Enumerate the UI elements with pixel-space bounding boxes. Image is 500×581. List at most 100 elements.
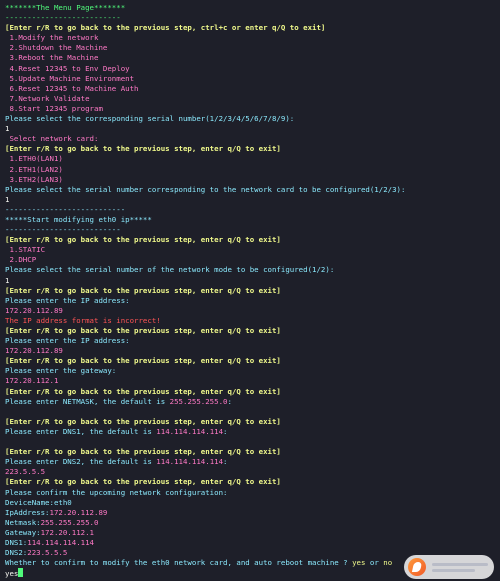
terminal-text: Please enter DNS2, the default is bbox=[5, 457, 157, 467]
terminal-text: Please select the serial number of the n… bbox=[5, 265, 335, 275]
terminal-text: Please enter NETMASK, the default is bbox=[5, 396, 170, 406]
terminal-line: [Enter r/R to go back to the previous st… bbox=[5, 23, 495, 33]
terminal-line: 1.Modify the network bbox=[5, 33, 495, 43]
terminal-line: [Enter r/R to go back to the previous st… bbox=[5, 387, 495, 397]
terminal-line: Netmask:255.255.255.0 bbox=[5, 518, 495, 528]
terminal-text: 1.STATIC bbox=[5, 245, 46, 255]
terminal-text: 172.20.112.89 bbox=[5, 346, 63, 356]
terminal-text: IpAddress: bbox=[5, 507, 50, 517]
terminal-text: [Enter r/R to go back to the previous st… bbox=[5, 356, 281, 366]
terminal-line: 2.DHCP bbox=[5, 255, 495, 265]
terminal-text: : bbox=[223, 426, 228, 436]
terminal-line: 3.Reboot the Machine bbox=[5, 53, 495, 63]
terminal-line: 172.20.112.1 bbox=[5, 376, 495, 386]
terminal-line: 1.STATIC bbox=[5, 245, 495, 255]
terminal-line: [Enter r/R to go back to the previous st… bbox=[5, 235, 495, 245]
terminal-line: 1 bbox=[5, 124, 495, 134]
terminal-text: [Enter r/R to go back to the previous st… bbox=[5, 477, 281, 487]
terminal-line: Please enter the gateway: bbox=[5, 366, 495, 376]
terminal-text: 7.Network Validate bbox=[5, 93, 90, 103]
terminal-text: 1 bbox=[5, 275, 10, 285]
terminal-text: 5.Update Machine Environment bbox=[5, 73, 135, 83]
terminal-line: Please select the corresponding serial n… bbox=[5, 114, 495, 124]
terminal-line: 4.Reset 12345 to Env Deploy bbox=[5, 64, 495, 74]
watermark-text-placeholder bbox=[432, 560, 494, 575]
terminal-text: Select network card: bbox=[5, 134, 99, 144]
terminal-text: or bbox=[365, 558, 384, 568]
terminal-line: [Enter r/R to go back to the previous st… bbox=[5, 477, 495, 487]
terminal-line: 172.20.112.89 bbox=[5, 306, 495, 316]
terminal-line: [Enter r/R to go back to the previous st… bbox=[5, 286, 495, 296]
terminal-text: 2.ETH1(LAN2) bbox=[5, 164, 63, 174]
terminal-text: 255.255.255.0 bbox=[169, 396, 228, 406]
terminal-text: The IP address format is incorrect! bbox=[5, 315, 161, 325]
terminal-text: 1.ETH0(LAN1) bbox=[5, 154, 63, 164]
terminal-text: Please enter the gateway: bbox=[5, 366, 117, 376]
terminal-text: 2.DHCP bbox=[5, 255, 37, 265]
terminal-line: [Enter r/R to go back to the previous st… bbox=[5, 326, 495, 336]
terminal-line: 2.ETH1(LAN2) bbox=[5, 165, 495, 175]
terminal-text: *******The Menu Page******* bbox=[5, 3, 126, 12]
terminal-text: 172.20.112.1 bbox=[40, 527, 95, 537]
terminal-line: 6.Reset 12345 to Machine Auth bbox=[5, 84, 495, 94]
terminal-line: --------------------------- bbox=[5, 205, 495, 215]
watermark-logo bbox=[404, 555, 494, 579]
terminal-line: DNS1:114.114.114.114 bbox=[5, 538, 495, 548]
terminal-line: Please enter DNS2, the default is 114.11… bbox=[5, 457, 495, 467]
terminal-line: The IP address format is incorrect! bbox=[5, 316, 495, 326]
terminal-text: [Enter r/R to go back to the previous st… bbox=[5, 416, 281, 426]
terminal-line: 1.ETH0(LAN1) bbox=[5, 154, 495, 164]
terminal-text: 223.5.5.5 bbox=[5, 467, 46, 477]
terminal-text: no bbox=[383, 558, 393, 568]
terminal-text: *****Start modifying eth0 ip***** bbox=[5, 214, 152, 224]
terminal-text: Please enter the IP address: bbox=[5, 295, 130, 305]
terminal-line: 5.Update Machine Environment bbox=[5, 74, 495, 84]
terminal-text: 172.20.112.89 bbox=[49, 507, 108, 517]
terminal-text: Please select the corresponding serial n… bbox=[5, 114, 295, 124]
terminal-line: Please enter DNS1, the default is 114.11… bbox=[5, 427, 495, 437]
terminal-text: Please enter DNS1, the default is bbox=[5, 426, 157, 436]
terminal-text: Please confirm the upcoming network conf… bbox=[5, 487, 228, 497]
terminal-text: 172.20.112.1 bbox=[5, 376, 59, 386]
terminal-line: Please confirm the upcoming network conf… bbox=[5, 488, 495, 498]
terminal-text: [Enter r/R to go back to the previous st… bbox=[5, 447, 281, 457]
terminal-line: 7.Network Validate bbox=[5, 94, 495, 104]
terminal-line: 1 bbox=[5, 195, 495, 205]
terminal-text: 1.Modify the network bbox=[5, 33, 99, 43]
terminal-text: Netmask: bbox=[5, 517, 41, 527]
terminal-line: Gateway:172.20.112.1 bbox=[5, 528, 495, 538]
terminal-line: 172.20.112.89 bbox=[5, 346, 495, 356]
terminal-line: [Enter r/R to go back to the previous st… bbox=[5, 447, 495, 457]
terminal-line: Select network card: bbox=[5, 134, 495, 144]
terminal-text: 3.ETH2(LAN3) bbox=[5, 174, 63, 184]
terminal-text: Please enter the IP address: bbox=[5, 336, 130, 346]
terminal-text: Please select the serial number correspo… bbox=[5, 184, 406, 194]
terminal-line: 3.ETH2(LAN3) bbox=[5, 175, 495, 185]
terminal-text: Whether to confirm to modify the eth0 ne… bbox=[5, 558, 353, 568]
terminal-text: DNS1: bbox=[5, 537, 28, 547]
terminal-text: [Enter r/R to go back to the previous st… bbox=[5, 144, 281, 154]
terminal-input-text[interactable]: yes bbox=[5, 569, 18, 578]
terminal-text: 114.114.114.114 bbox=[156, 457, 224, 467]
terminal-text: 255.255.255.0 bbox=[40, 517, 99, 527]
terminal-text: --------------------------- bbox=[5, 204, 126, 214]
terminal-text: -------------------------- bbox=[5, 13, 121, 23]
logo-icon bbox=[408, 558, 426, 576]
terminal-text: 2.Shutdown the Machine bbox=[5, 43, 108, 53]
terminal-line: DeviceName:eth0 bbox=[5, 498, 495, 508]
terminal-line: *****Start modifying eth0 ip***** bbox=[5, 215, 495, 225]
terminal-text: : bbox=[227, 396, 232, 406]
terminal-text: DNS2: bbox=[5, 548, 28, 558]
terminal-text: 114.114.114.114 bbox=[27, 537, 94, 547]
terminal-text: 3.Reboot the Machine bbox=[5, 53, 99, 63]
terminal-output[interactable]: *******The Menu Page******* -------------… bbox=[0, 0, 500, 581]
terminal-line: [Enter r/R to go back to the previous st… bbox=[5, 417, 495, 427]
terminal-text: [Enter r/R to go back to the previous st… bbox=[5, 285, 281, 295]
terminal-text: [Enter r/R to go back to the previous st… bbox=[5, 23, 326, 33]
terminal-line: 223.5.5.5 bbox=[5, 467, 495, 477]
terminal-line: 8.Start 12345 program bbox=[5, 104, 495, 114]
terminal-line: Please select the serial number correspo… bbox=[5, 185, 495, 195]
terminal-text: 8.Start 12345 program bbox=[5, 103, 103, 113]
